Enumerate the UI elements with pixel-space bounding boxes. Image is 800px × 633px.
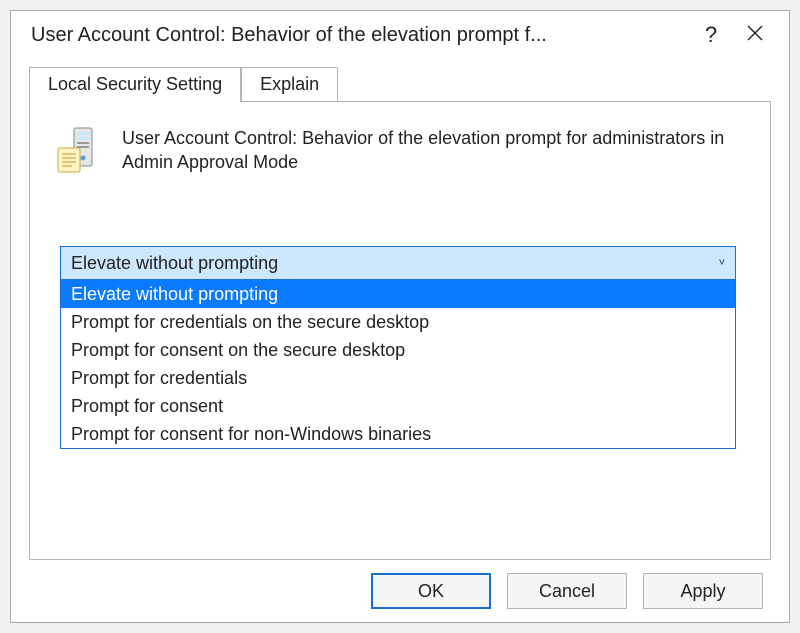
cancel-button[interactable]: Cancel: [507, 573, 627, 609]
window-title: User Account Control: Behavior of the el…: [31, 24, 689, 47]
close-icon: [746, 26, 764, 46]
dropdown-list: Elevate without prompting Prompt for cre…: [60, 280, 736, 449]
title-bar: User Account Control: Behavior of the el…: [11, 11, 789, 59]
close-button[interactable]: [733, 24, 777, 47]
tab-explain[interactable]: Explain: [241, 67, 338, 101]
tabs-row: Local Security Setting Explain: [29, 65, 771, 101]
dropdown-option[interactable]: Prompt for consent on the secure desktop: [61, 336, 735, 364]
dropdown-option[interactable]: Prompt for consent: [61, 392, 735, 420]
dropdown-selected-text: Elevate without prompting: [71, 253, 278, 274]
policy-header: User Account Control: Behavior of the el…: [52, 124, 748, 176]
dropdown-selected[interactable]: Elevate without prompting ˅: [60, 246, 736, 280]
tab-container: Local Security Setting Explain: [29, 65, 771, 560]
dropdown-option[interactable]: Prompt for consent for non-Windows binar…: [61, 420, 735, 448]
tab-local-security-setting[interactable]: Local Security Setting: [29, 67, 241, 102]
help-button[interactable]: ?: [689, 22, 733, 48]
properties-dialog: User Account Control: Behavior of the el…: [10, 10, 790, 623]
policy-value-dropdown[interactable]: Elevate without prompting ˅ Elevate with…: [60, 246, 736, 449]
dialog-button-row: OK Cancel Apply: [11, 560, 789, 622]
dropdown-option[interactable]: Elevate without prompting: [61, 280, 735, 308]
dropdown-option[interactable]: Prompt for credentials on the secure des…: [61, 308, 735, 336]
ok-button[interactable]: OK: [371, 573, 491, 609]
chevron-down-icon: ˅: [719, 257, 725, 269]
security-policy-icon: [52, 124, 104, 176]
policy-description: User Account Control: Behavior of the el…: [122, 124, 748, 175]
apply-button[interactable]: Apply: [643, 573, 763, 609]
dropdown-option[interactable]: Prompt for credentials: [61, 364, 735, 392]
tab-panel-local-security: User Account Control: Behavior of the el…: [29, 101, 771, 560]
